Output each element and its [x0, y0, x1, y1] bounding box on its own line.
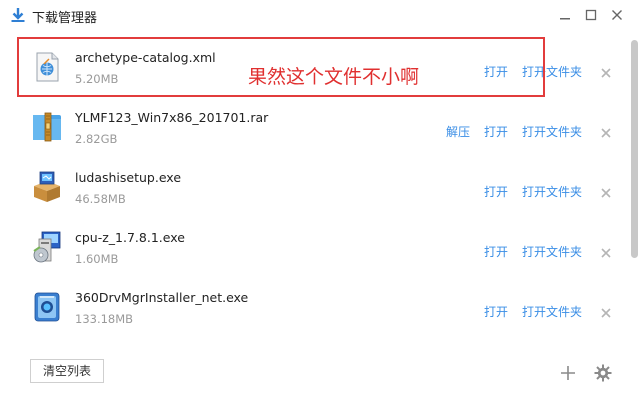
- remove-icon[interactable]: [600, 64, 612, 78]
- file-size: 2.82GB: [75, 132, 118, 146]
- window-title: 下载管理器: [32, 11, 98, 26]
- list-item[interactable]: ludashisetup.exe 46.58MB 打开 打开文件夹: [0, 156, 628, 216]
- file-name: cpu-z_1.7.8.1.exe: [75, 230, 185, 245]
- open-folder-link[interactable]: 打开文件夹: [522, 183, 582, 200]
- file-name: ludashisetup.exe: [75, 170, 182, 185]
- open-folder-link[interactable]: 打开文件夹: [522, 63, 582, 80]
- open-folder-link[interactable]: 打开文件夹: [522, 243, 582, 260]
- extract-link[interactable]: 解压: [446, 123, 470, 140]
- minimize-icon[interactable]: [555, 5, 575, 25]
- remove-icon[interactable]: [600, 184, 612, 198]
- file-name: archetype-catalog.xml: [75, 50, 216, 65]
- close-icon[interactable]: [607, 5, 627, 25]
- 360-driver-icon: [30, 290, 64, 324]
- rar-archive-icon: [30, 110, 64, 144]
- scrollbar-thumb[interactable]: [631, 40, 638, 258]
- open-folder-link[interactable]: 打开文件夹: [522, 303, 582, 320]
- maximize-icon[interactable]: [581, 5, 601, 25]
- add-icon[interactable]: [559, 364, 577, 382]
- remove-icon[interactable]: [600, 244, 612, 258]
- download-icon: [10, 7, 26, 23]
- file-size: 133.18MB: [75, 312, 134, 326]
- file-name: 360DrvMgrInstaller_net.exe: [75, 290, 249, 305]
- xml-file-icon: [30, 50, 64, 84]
- list-item[interactable]: cpu-z_1.7.8.1.exe 1.60MB 打开 打开文件夹: [0, 216, 628, 276]
- list-item[interactable]: YLMF123_Win7x86_201701.rar 2.82GB 解压 打开 …: [0, 96, 628, 156]
- file-size: 5.20MB: [75, 72, 119, 86]
- title-bar: 下载管理器: [0, 0, 641, 30]
- annotation-text: 果然这个文件不小啊: [248, 66, 420, 88]
- open-link[interactable]: 打开: [484, 243, 508, 260]
- open-folder-link[interactable]: 打开文件夹: [522, 123, 582, 140]
- remove-icon[interactable]: [600, 124, 612, 138]
- list-item[interactable]: 360DrvMgrInstaller_net.exe 133.18MB 打开 打…: [0, 276, 628, 336]
- open-link[interactable]: 打开: [484, 63, 508, 80]
- file-size: 1.60MB: [75, 252, 119, 266]
- open-link[interactable]: 打开: [484, 123, 508, 140]
- file-name: YLMF123_Win7x86_201701.rar: [75, 110, 269, 125]
- open-link[interactable]: 打开: [484, 303, 508, 320]
- clear-list-button[interactable]: 清空列表: [30, 359, 104, 383]
- installer-box-icon: [30, 170, 64, 204]
- settings-icon[interactable]: [594, 364, 612, 382]
- open-link[interactable]: 打开: [484, 183, 508, 200]
- cpu-z-installer-icon: [30, 230, 64, 264]
- remove-icon[interactable]: [600, 304, 612, 318]
- file-size: 46.58MB: [75, 192, 126, 206]
